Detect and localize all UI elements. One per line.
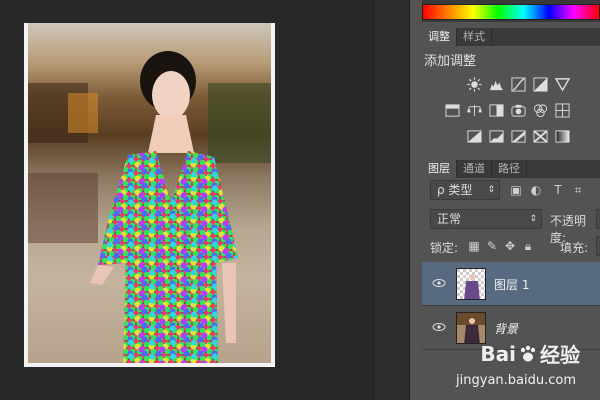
eye-icon[interactable] bbox=[432, 278, 446, 288]
black-white-icon[interactable] bbox=[488, 102, 504, 118]
watermark-brand-suffix: 经验 bbox=[540, 343, 580, 367]
add-adjustment-title: 添加调整 bbox=[424, 54, 477, 69]
lock-brush-icon[interactable]: ✎ bbox=[486, 240, 498, 252]
canvas-workspace[interactable] bbox=[0, 0, 373, 400]
posterize-icon[interactable] bbox=[488, 128, 504, 144]
lock-all-icon[interactable]: 🔒︎ bbox=[522, 240, 534, 252]
tab-channels[interactable]: 通道 bbox=[457, 160, 492, 178]
layer-thumbnail bbox=[456, 268, 486, 300]
layer1-thumbnail-art bbox=[457, 269, 485, 299]
layer-filter-value: ρ 类型 bbox=[437, 183, 473, 197]
tab-styles[interactable]: 样式 bbox=[457, 28, 492, 46]
levels-icon[interactable] bbox=[488, 76, 504, 92]
tab-adjustments[interactable]: 调整 bbox=[422, 28, 457, 46]
layers-panel-tabs: 图层 通道 路径 bbox=[422, 160, 600, 178]
color-spectrum-panel[interactable] bbox=[422, 0, 600, 22]
tab-paths[interactable]: 路径 bbox=[492, 160, 527, 178]
woman-photo-illustration bbox=[28, 51, 271, 363]
watermark-url: jingyan.baidu.com bbox=[456, 373, 576, 388]
blend-mode-value: 正常 bbox=[437, 212, 462, 226]
blend-mode-select[interactable]: 正常 ⇕ bbox=[430, 209, 542, 229]
curves-icon[interactable] bbox=[510, 76, 526, 92]
baidu-watermark-logo: Bai 经验 bbox=[480, 339, 580, 368]
channel-mixer-icon[interactable] bbox=[532, 102, 548, 118]
fill-input[interactable] bbox=[596, 236, 600, 256]
paw-icon bbox=[520, 345, 536, 361]
document-canvas[interactable] bbox=[24, 23, 275, 367]
selective-color-icon[interactable] bbox=[532, 128, 548, 144]
fill-label: 填充: bbox=[560, 241, 589, 255]
lock-transparent-icon[interactable]: ▦ bbox=[468, 240, 480, 252]
filter-type-icon[interactable]: T bbox=[552, 184, 564, 196]
layer-row-layer1[interactable]: 图层 1 bbox=[422, 262, 600, 306]
hue-saturation-icon[interactable] bbox=[444, 102, 460, 118]
photo-image bbox=[28, 23, 271, 363]
chevron-updown-icon: ⇕ bbox=[487, 185, 495, 195]
color-lookup-icon[interactable] bbox=[554, 102, 570, 118]
brightness-icon[interactable] bbox=[466, 76, 482, 92]
color-spectrum[interactable] bbox=[422, 4, 600, 20]
lock-move-icon[interactable]: ✥ bbox=[504, 240, 516, 252]
eye-icon[interactable] bbox=[432, 322, 446, 332]
adjustments-panel: 添加调整 bbox=[422, 46, 600, 154]
opacity-input[interactable] bbox=[596, 209, 600, 229]
exposure-icon[interactable] bbox=[532, 76, 548, 92]
adjustments-panel-tabs: 调整 样式 bbox=[422, 28, 600, 46]
invert-icon[interactable] bbox=[466, 128, 482, 144]
filter-adjustment-icon[interactable]: ◐ bbox=[530, 184, 542, 196]
threshold-icon[interactable] bbox=[510, 128, 526, 144]
filter-shape-icon[interactable]: ⌗ bbox=[572, 184, 584, 196]
layer-name: 背景 bbox=[494, 322, 519, 336]
layer-name: 图层 1 bbox=[494, 278, 530, 292]
vibrance-icon[interactable] bbox=[554, 76, 570, 92]
photo-filter-icon[interactable] bbox=[510, 102, 526, 118]
color-balance-icon[interactable] bbox=[466, 102, 482, 118]
chevron-updown-icon: ⇕ bbox=[529, 214, 537, 224]
panel-dock-divider bbox=[373, 0, 410, 400]
gradient-map-icon[interactable] bbox=[554, 128, 570, 144]
tab-layers[interactable]: 图层 bbox=[422, 160, 457, 178]
filter-pixel-icon[interactable]: ▣ bbox=[510, 184, 522, 196]
layer-filter-select[interactable]: ρ 类型 ⇕ bbox=[430, 180, 500, 200]
lock-label: 锁定: bbox=[430, 241, 459, 255]
watermark-brand: Bai bbox=[480, 341, 516, 366]
